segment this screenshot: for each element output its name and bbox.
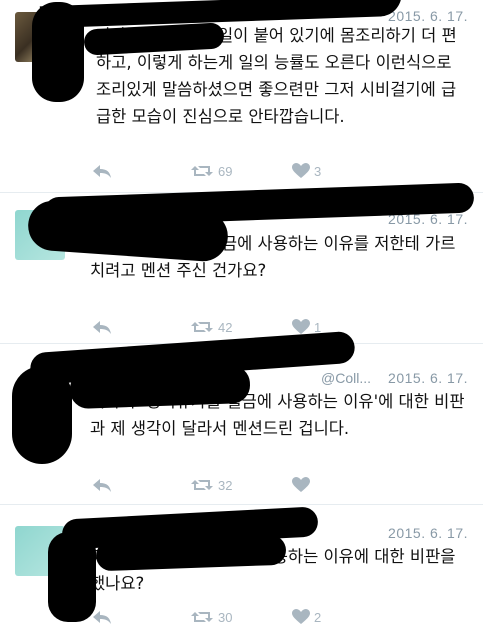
- tweet-handle-fragment: @Coll...: [321, 370, 371, 386]
- retweet-icon: [191, 612, 213, 622]
- retweet-button[interactable]: 42: [190, 319, 232, 335]
- heart-icon: [292, 609, 310, 624]
- redaction-mark: [32, 2, 84, 102]
- heart-icon: [292, 319, 310, 334]
- like-count: 2: [314, 609, 322, 625]
- tweet-date: 2015. 6. 17.: [388, 525, 468, 541]
- tweet-actions: 30 2: [92, 609, 483, 629]
- retweet-button[interactable]: 69: [190, 163, 232, 179]
- reply-icon: [93, 611, 111, 624]
- retweet-button[interactable]: 30: [190, 609, 232, 625]
- retweet-icon: [191, 322, 213, 332]
- reply-icon: [93, 165, 111, 178]
- retweet-count: 30: [218, 609, 233, 625]
- retweet-count: 69: [218, 163, 233, 179]
- redaction-mark: [12, 366, 72, 464]
- tweet-date: 2015. 6. 17.: [388, 370, 468, 386]
- reply-button[interactable]: [92, 609, 112, 625]
- retweet-count: 32: [218, 477, 233, 493]
- heart-icon: [292, 477, 310, 492]
- redaction-mark: [69, 364, 251, 410]
- retweet-icon: [191, 166, 213, 176]
- like-button[interactable]: [292, 477, 314, 493]
- tweet-actions: 69 3: [92, 163, 483, 183]
- tweet-actions: 32: [92, 477, 483, 497]
- reply-button[interactable]: [92, 319, 112, 335]
- reply-icon: [93, 479, 111, 492]
- like-count: 3: [314, 163, 322, 179]
- retweet-icon: [191, 480, 213, 490]
- like-button[interactable]: 3: [292, 163, 321, 179]
- retweet-count: 42: [218, 319, 233, 335]
- like-button[interactable]: 2: [292, 609, 321, 625]
- reply-icon: [93, 321, 111, 334]
- reply-button[interactable]: [92, 477, 112, 493]
- heart-icon: [292, 163, 310, 178]
- redaction-mark: [48, 532, 96, 622]
- retweet-button[interactable]: 32: [190, 477, 232, 493]
- reply-button[interactable]: [92, 163, 112, 179]
